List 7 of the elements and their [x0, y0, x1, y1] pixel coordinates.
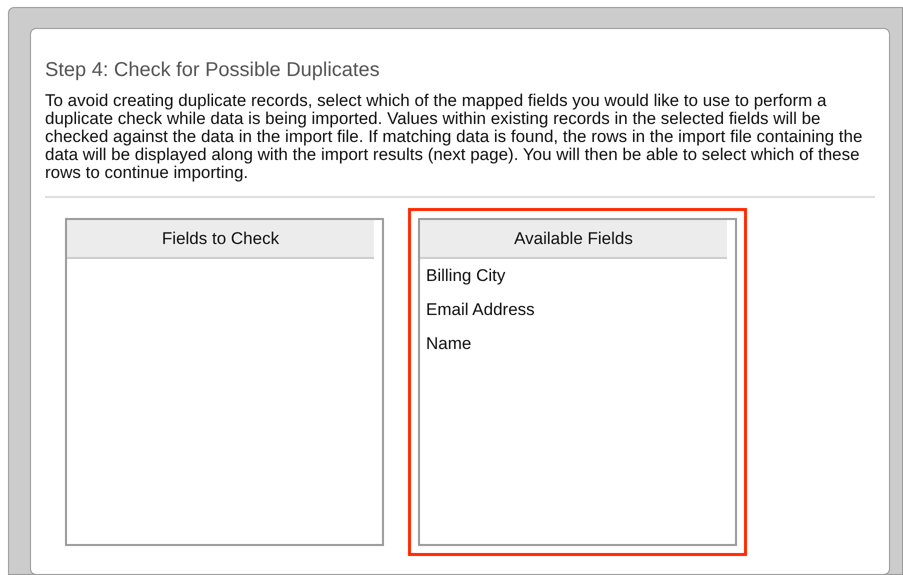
description-text: To avoid creating duplicate records, select which of the mapped fields you would like to use to perform a duplicate check while data is being imported. Values within existing records in the selected fields will be checked against the data in the import file. If matching data is found, the rows in the import file containing the data will be displayed along with the import results (next page). You will then be able to select which of these rows to continue importing.: [45, 92, 864, 182]
field-list-item[interactable]: Billing City: [426, 265, 506, 286]
field-list-item[interactable]: Email Address: [426, 299, 535, 320]
field-list-item[interactable]: Name: [426, 333, 472, 354]
step-title: Step 4: Check for Possible Duplicates: [45, 58, 381, 83]
list-header: Available Fields: [420, 220, 727, 259]
list-header: Fields to Check: [67, 220, 374, 259]
